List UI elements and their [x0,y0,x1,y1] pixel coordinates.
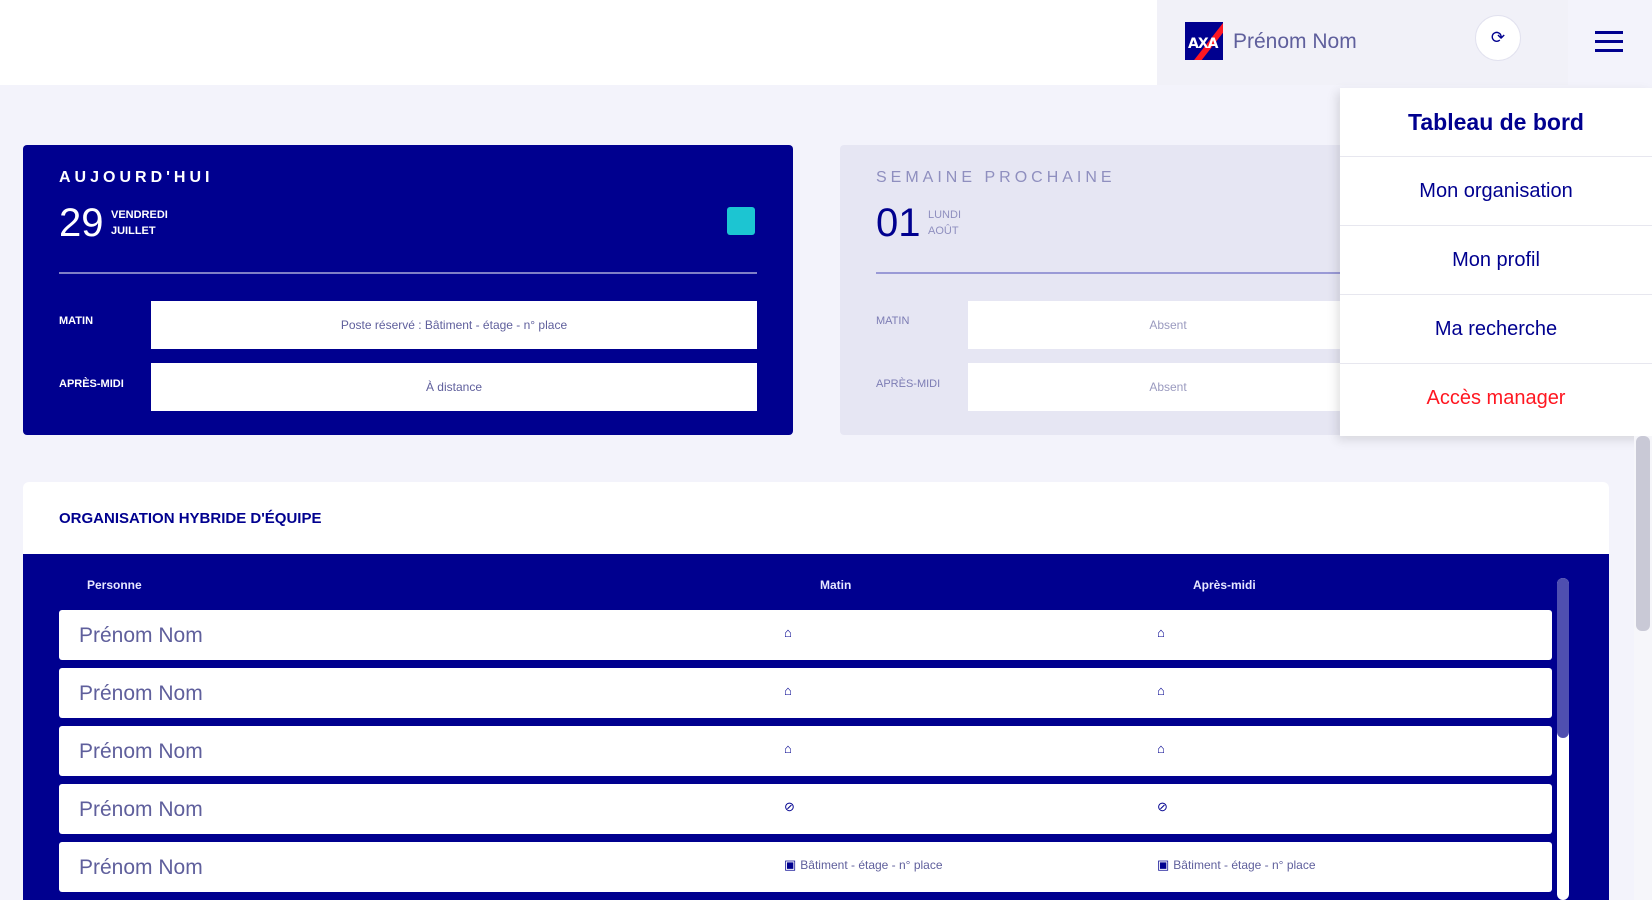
row-afternoon-cell: ▣ Bâtiment - étage - n° place [1157,857,1316,873]
home-icon: ⌂ [784,625,792,640]
menu-item-dashboard[interactable]: Tableau de bord [1340,88,1652,157]
axa-logo: AXA [1185,22,1223,60]
row-person-name: Prénom Nom [79,856,203,879]
row-afternoon-cell: ⌂ [1157,625,1169,640]
today-card: AUJOURD'HUI 29 VENDREDI JUILLET MATIN Po… [23,145,793,435]
home-icon: ⌂ [784,683,792,698]
next-week-month: AOÛT [928,225,959,237]
next-week-date-words: LUNDI AOÛT [928,207,961,239]
logout-button[interactable]: ⟳ [1475,15,1521,61]
navigation-dropdown: Tableau de bord Mon organisation Mon pro… [1340,88,1652,436]
divider [59,272,757,274]
next-week-card: SEMAINE PROCHAINE 01 LUNDI AOÛT MATIN Ab… [840,145,1400,435]
next-week-title: SEMAINE PROCHAINE [876,169,1116,186]
today-date-words: VENDREDI JUILLET [111,207,168,239]
building-icon: ▣ [1157,857,1170,872]
table-row[interactable]: Prénom Nom ⌂ ⌂ [59,610,1552,660]
column-header-morning: Matin [820,578,852,592]
today-afternoon-label: APRÈS-MIDI [59,378,124,390]
table-row[interactable]: Prénom Nom ⌂ ⌂ [59,726,1552,776]
menu-item-manager-access[interactable]: Accès manager [1340,364,1652,433]
home-icon: ⌂ [1157,683,1165,698]
row-morning-cell: ⌂ [784,683,796,698]
building-icon: ▣ [784,857,797,872]
today-morning-slot[interactable]: Poste réservé : Bâtiment - étage - n° pl… [151,301,757,349]
row-person-name: Prénom Nom [79,624,203,647]
today-month: JUILLET [111,225,156,237]
row-morning-text: Bâtiment - étage - n° place [800,858,943,872]
table-row[interactable]: Prénom Nom ⌂ ⌂ [59,668,1552,718]
hamburger-menu-icon [1595,30,1623,34]
table-row[interactable]: Prénom Nom ⊘ ⊘ [59,784,1552,834]
today-morning-label: MATIN [59,315,94,327]
status-indicator [727,207,755,235]
row-afternoon-cell: ⊘ [1157,799,1172,815]
next-week-weekday: LUNDI [928,209,962,221]
row-person-name: Prénom Nom [79,798,203,821]
user-name: Prénom Nom [1233,30,1357,53]
row-morning-cell: ▣ Bâtiment - étage - n° place [784,857,943,873]
row-morning-cell: ⌂ [784,741,796,756]
hamburger-menu-button[interactable] [1592,24,1626,58]
next-week-afternoon-label: APRÈS-MIDI [876,378,941,390]
home-icon: ⌂ [1157,625,1165,640]
row-afternoon-cell: ⌂ [1157,741,1169,756]
column-header-person: Personne [87,578,142,592]
table-row[interactable]: Prénom Nom ▣ Bâtiment - étage - n° place ▣ B… [59,842,1552,892]
logout-icon: ⟳ [1490,28,1506,47]
next-week-morning-slot[interactable]: Absent [968,301,1368,349]
team-table: Personne Matin Après-midi Prénom Nom ⌂ ⌂ Pr… [23,554,1609,900]
row-afternoon-cell: ⌂ [1157,683,1169,698]
absent-icon: ⊘ [784,799,795,814]
team-title: ORGANISATION HYBRIDE D'ÉQUIPE [59,510,322,527]
row-morning-cell: ⊘ [784,799,799,815]
next-week-afternoon-slot[interactable]: Absent [968,363,1368,411]
menu-item-my-search[interactable]: Ma recherche [1340,295,1652,364]
divider [876,272,1366,274]
today-afternoon-slot[interactable]: À distance [151,363,757,411]
today-weekday: VENDREDI [111,209,168,221]
today-title: AUJOURD'HUI [59,169,214,186]
table-scrollbar[interactable] [1557,578,1569,900]
table-scrollbar-thumb[interactable] [1557,578,1569,738]
menu-item-my-organisation[interactable]: Mon organisation [1340,157,1652,226]
page-scrollbar-thumb[interactable] [1636,436,1650,631]
row-person-name: Prénom Nom [79,682,203,705]
column-header-afternoon: Après-midi [1193,578,1256,592]
next-week-day-number: 01 [876,201,921,245]
top-bar [0,0,1157,85]
next-week-morning-label: MATIN [876,315,910,327]
team-rows: Prénom Nom ⌂ ⌂ Prénom Nom ⌂ ⌂ Prénom Nom ⌂ ⌂ Prén… [59,610,1552,900]
row-morning-cell: ⌂ [784,625,796,640]
home-icon: ⌂ [784,741,792,756]
absent-icon: ⊘ [1157,799,1168,814]
page-scrollbar[interactable] [1634,436,1652,900]
user-area: AXA Prénom Nom ⟳ [1157,0,1568,85]
team-organisation-panel: ORGANISATION HYBRIDE D'ÉQUIPE Personne M… [23,482,1609,900]
row-afternoon-text: Bâtiment - étage - n° place [1173,858,1316,872]
row-person-name: Prénom Nom [79,740,203,763]
today-day-number: 29 [59,201,104,245]
home-icon: ⌂ [1157,741,1165,756]
menu-item-my-profile[interactable]: Mon profil [1340,226,1652,295]
